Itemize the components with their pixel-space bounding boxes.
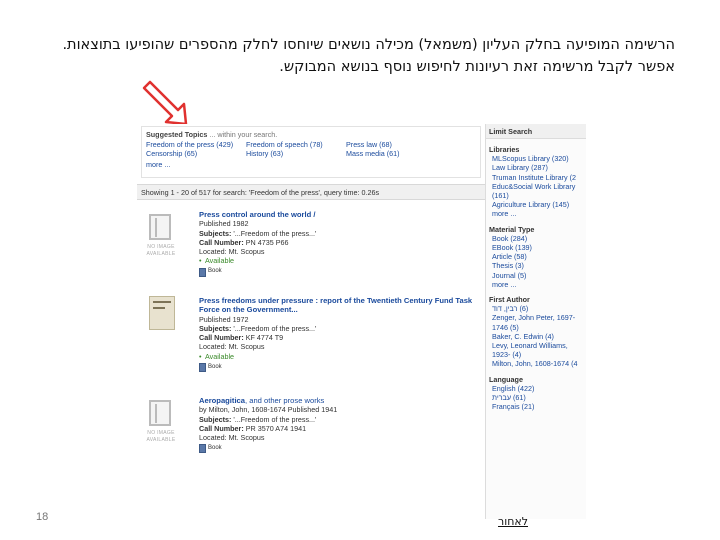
book-placeholder-icon <box>149 214 171 240</box>
instruction-line-1: הרשימה המופיעה בחלק העליון (משמאל) מכילה… <box>62 37 675 53</box>
topic-link[interactable]: Freedom of speech (78) <box>246 140 342 149</box>
suggested-more-link[interactable]: more ... <box>146 160 476 169</box>
facet-first-author: First Author (6) רבין, דוד Zenger, John … <box>486 289 586 369</box>
facet-item[interactable]: Book (284) <box>489 234 583 243</box>
result-title-link[interactable]: Aeropagitica, and other prose works <box>199 396 483 405</box>
format-badge: Book <box>199 267 483 277</box>
topic-link[interactable]: History (63) <box>246 149 342 158</box>
format-badge: Book <box>199 444 483 454</box>
facet-title: Libraries <box>489 145 520 154</box>
topic-link[interactable]: Press law (68) <box>346 140 442 149</box>
availability-status: Available <box>199 352 483 361</box>
book-cover-image <box>149 296 175 330</box>
suggested-topics-title: Suggested Topics ... within your search. <box>146 130 278 139</box>
topic-link[interactable]: Freedom of the press (429) <box>146 140 242 149</box>
suggested-topics-box: Suggested Topics ... within your search.… <box>141 126 481 178</box>
facet-item[interactable]: Article (58) <box>489 252 583 261</box>
facet-item[interactable]: Truman Institute Library (2 <box>489 173 583 182</box>
result-call-number: Call Number: PR 3570 A74 1941 <box>199 423 307 433</box>
facet-more-link[interactable]: more ... <box>489 280 583 289</box>
result-subjects: Subjects: '...Freedom of the press...' <box>199 414 317 424</box>
result-item: NO IMAGE AVAILABLE Press control around … <box>137 210 485 280</box>
instruction-line-2: אפשר לקבל מרשימה זאת רעיונות לחיפוש נוסף… <box>279 59 675 75</box>
facet-item[interactable]: MLScopus Library (320) <box>489 154 583 163</box>
facet-material-type: Material Type Book (284) EBook (139) Art… <box>486 219 586 289</box>
format-badge: Book <box>199 362 483 372</box>
facet-libraries: Libraries MLScopus Library (320) Law Lib… <box>486 139 586 219</box>
availability-status: Available <box>199 256 483 265</box>
no-image-thumbnail: NO IMAGE AVAILABLE <box>141 396 181 452</box>
facet-title: Material Type <box>489 224 535 234</box>
facet-item[interactable]: Français (21) <box>489 402 583 411</box>
result-location: Located: Mt. Scopus <box>199 342 265 352</box>
result-location: Located: Mt. Scopus <box>199 433 265 443</box>
result-published: Published 1982 <box>199 219 249 229</box>
facet-item[interactable]: English (422) <box>489 384 583 393</box>
result-published: Published 1972 <box>199 314 249 324</box>
book-format-icon <box>199 444 206 454</box>
cover-thumbnail <box>141 296 181 352</box>
back-link[interactable]: לאחור <box>498 515 528 528</box>
slide-instructions: הרשימה המופיעה בחלק העליון (משמאל) מכילה… <box>20 34 675 78</box>
limit-search-header: Limit Search <box>486 124 586 139</box>
facet-item[interactable]: Milton, John, 1608-1674 (4 <box>489 359 583 368</box>
facet-item[interactable]: Journal (5) <box>489 271 583 280</box>
facet-title: First Author <box>489 295 530 305</box>
pointer-arrow-icon <box>142 80 188 126</box>
result-item: NO IMAGE AVAILABLE Aeropagitica, and oth… <box>137 396 485 486</box>
facet-item[interactable]: Educ&Social Work Library (161) <box>489 182 583 200</box>
topic-link[interactable]: Censorship (65) <box>146 149 242 158</box>
result-subjects: Subjects: '...Freedom of the press...' <box>199 228 317 238</box>
catalog-screenshot: Suggested Topics ... within your search.… <box>137 124 586 519</box>
result-call-number: Call Number: PN 4735 P66 <box>199 237 289 247</box>
book-format-icon <box>199 362 206 372</box>
facet-language: Language English (422) (61) עברית França… <box>486 369 586 412</box>
result-item: Press freedoms under pressure : report o… <box>137 296 485 386</box>
limit-search-sidebar: Limit Search Libraries MLScopus Library … <box>485 124 586 519</box>
result-title-link[interactable]: Press control around the world / <box>199 210 483 219</box>
facet-item[interactable]: EBook (139) <box>489 243 583 252</box>
no-image-thumbnail: NO IMAGE AVAILABLE <box>141 210 181 266</box>
facet-item[interactable]: Agriculture Library (145) <box>489 200 583 209</box>
book-format-icon <box>199 267 206 277</box>
facet-item[interactable]: Baker, C. Edwin (4) <box>489 332 583 341</box>
topic-link[interactable]: Mass media (61) <box>346 149 442 158</box>
facet-item[interactable]: Law Library (287) <box>489 163 583 172</box>
page-number: 18 <box>36 511 49 523</box>
result-subjects: Subjects: '...Freedom of the press...' <box>199 324 317 334</box>
facet-item[interactable]: Levy, Leonard Williams, 1923- (4) <box>489 341 583 359</box>
facet-item[interactable]: Thesis (3) <box>489 261 583 270</box>
result-title-link[interactable]: Press freedoms under pressure : report o… <box>199 296 483 315</box>
facet-more-link[interactable]: more ... <box>489 209 583 218</box>
facet-title: Language <box>489 374 523 384</box>
result-location: Located: Mt. Scopus <box>199 247 265 257</box>
results-summary-bar: Showing 1 - 20 of 517 for search: 'Freed… <box>137 184 485 200</box>
result-call-number: Call Number: KF 4774 T9 <box>199 333 284 343</box>
book-placeholder-icon <box>149 400 171 426</box>
result-author-line: by Milton, John, 1608-1674 Published 194… <box>199 405 338 415</box>
facet-item[interactable]: (6) רבין, דוד <box>489 304 583 313</box>
results-pane: Suggested Topics ... within your search.… <box>137 124 485 519</box>
facet-item[interactable]: Zenger, John Peter, 1697-1746 (5) <box>489 313 583 331</box>
facet-item[interactable]: (61) עברית <box>489 393 583 402</box>
